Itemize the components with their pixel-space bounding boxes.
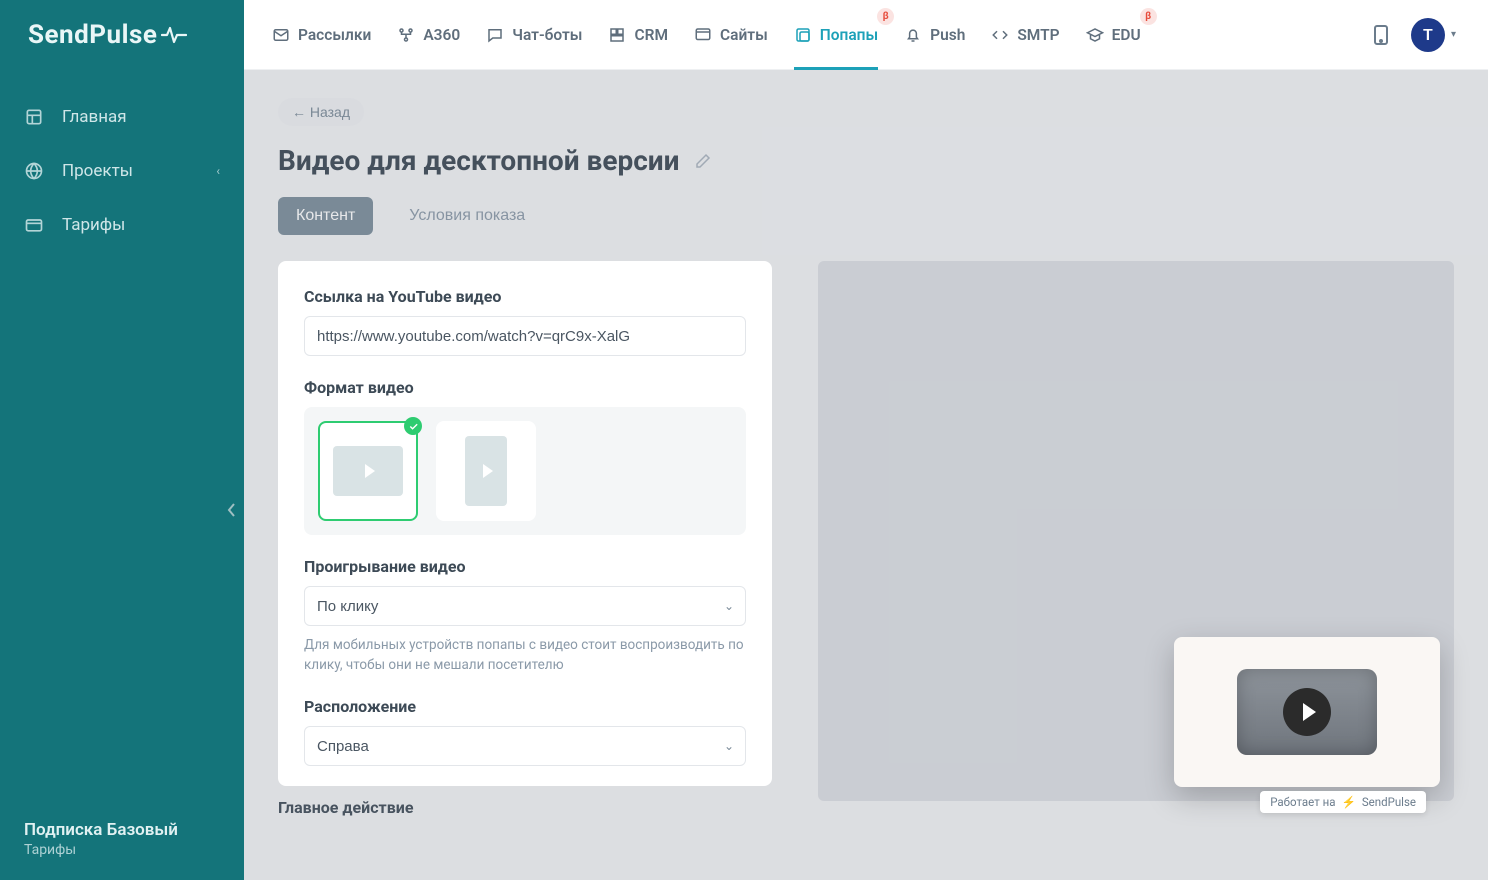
plan-name: Подписка Базовый [24,820,178,840]
pulse-icon [161,25,187,45]
nav-label: CRM [634,26,668,44]
preview-video-thumb [1237,669,1377,755]
beta-badge: β [877,8,894,25]
check-icon [404,417,422,435]
landscape-thumb-icon [333,446,403,496]
preview-area: Работает на ⚡ SendPulse [818,261,1454,801]
nav-popups[interactable]: Попапы β [784,0,888,70]
nav-chatbots[interactable]: Чат-боты [476,0,592,70]
site-icon [694,26,712,44]
tab-conditions[interactable]: Условия показа [391,197,543,235]
nav-push[interactable]: Push [894,0,975,70]
sidebar-item-projects[interactable]: Проекты ‹ [0,144,244,198]
editor-panel: Ссылка на YouTube видео Формат видео [278,261,772,786]
globe-icon [24,161,44,181]
nav-smtp[interactable]: SMTP [981,0,1069,70]
sidebar-footer[interactable]: Подписка Базовый Тарифы [24,820,178,858]
edu-icon [1086,26,1104,44]
sidebar-item-label: Главная [62,107,127,127]
nav-label: Сайты [720,26,768,44]
code-icon [991,26,1009,44]
sidebar: SendPulse Главная Проекты ‹ [0,0,244,880]
chat-icon [486,26,504,44]
nav-campaigns[interactable]: Рассылки [262,0,381,70]
field-label: Расположение [304,697,746,716]
position-select[interactable]: Справа [304,726,746,766]
nav-label: Push [930,26,965,44]
bell-icon [904,26,922,44]
mobile-icon[interactable] [1373,24,1389,46]
field-position: Расположение Справа ⌄ [304,697,746,766]
page-title: Видео для десктопной версии [278,144,680,177]
crm-icon [608,26,626,44]
sidebar-item-home[interactable]: Главная [0,90,244,144]
brand-logo[interactable]: SendPulse [0,0,244,70]
nav-a360[interactable]: A360 [387,0,470,70]
format-portrait[interactable] [436,421,536,521]
plan-sub: Тарифы [24,842,178,858]
bolt-icon: ⚡ [1341,795,1355,809]
portrait-thumb-icon [465,436,507,506]
field-label: Ссылка на YouTube видео [304,287,746,306]
nav-sites[interactable]: Сайты [684,0,778,70]
nav-label: Чат-боты [512,26,582,44]
sidebar-collapse-handle[interactable] [219,475,245,545]
top-nav: Рассылки A360 Чат-боты CRM Сайты Попапы [244,0,1488,70]
beta-badge: β [1140,8,1157,25]
section-main-action: Главное действие [278,798,772,817]
pencil-icon[interactable] [694,152,712,170]
sidebar-nav: Главная Проекты ‹ Тарифы [0,90,244,252]
field-playback: Проигрывание видео По клику ⌄ Для мобиль… [304,557,746,675]
tab-content[interactable]: Контент [278,197,373,235]
nav-crm[interactable]: CRM [598,0,678,70]
field-video-format: Формат видео [304,378,746,535]
playback-hint: Для мобильных устройств попапы с видео с… [304,636,746,675]
sidebar-item-pricing[interactable]: Тарифы [0,198,244,252]
preview-popup: Работает на ⚡ SendPulse [1174,637,1440,787]
nav-label: SMTP [1017,26,1059,44]
play-icon [1283,688,1331,736]
mail-icon [272,26,290,44]
format-landscape[interactable] [318,421,418,521]
avatar: T [1411,18,1445,52]
field-label: Формат видео [304,378,746,397]
nav-label: A360 [423,26,460,44]
flow-icon [397,26,415,44]
popup-icon [794,26,812,44]
youtube-url-input[interactable] [304,316,746,356]
sidebar-item-label: Тарифы [62,215,125,235]
nav-label: EDU [1112,26,1141,44]
home-icon [24,107,44,127]
tabs: Контент Условия показа [278,197,1454,235]
playback-select[interactable]: По клику [304,586,746,626]
page-content: ← Назад Видео для десктопной версии Конт… [244,70,1488,880]
chevron-left-icon: ‹ [216,164,220,178]
chevron-down-icon: ▾ [1451,29,1456,40]
brand-name: SendPulse [28,20,157,50]
format-options [304,407,746,535]
field-label: Проигрывание видео [304,557,746,576]
field-youtube-url: Ссылка на YouTube видео [304,287,746,356]
powered-by-badge[interactable]: Работает на ⚡ SendPulse [1260,791,1426,813]
sidebar-item-label: Проекты [62,161,133,181]
card-icon [24,215,44,235]
main-area: Рассылки A360 Чат-боты CRM Сайты Попапы [244,0,1488,880]
user-menu[interactable]: T ▾ [1411,18,1456,52]
nav-label: Рассылки [298,26,371,44]
back-button[interactable]: ← Назад [278,98,364,126]
field-label: Главное действие [278,798,772,817]
nav-label: Попапы [820,26,878,44]
nav-edu[interactable]: EDU β [1076,0,1151,70]
